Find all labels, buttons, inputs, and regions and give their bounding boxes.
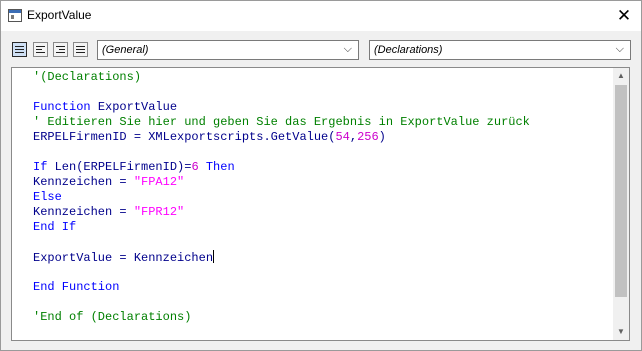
code-line[interactable] — [33, 295, 613, 310]
code-line[interactable]: End If — [33, 220, 613, 235]
code-line[interactable]: ' Editieren Sie hier und geben Sie das E… — [33, 115, 613, 130]
code-token-ident: ) — [378, 130, 386, 144]
code-token-ident: ERPELFirmenID = XMLexportscripts.GetValu… — [33, 130, 336, 144]
code-token-keyword: End Function — [33, 280, 120, 294]
scroll-up-icon[interactable]: ▲ — [613, 68, 629, 84]
close-button[interactable]: ✕ — [607, 1, 641, 31]
code-token-ident: , — [349, 130, 358, 144]
code-token-keyword: Then — [205, 160, 235, 174]
title-bar[interactable]: ExportValue ✕ — [1, 1, 641, 31]
code-token-keyword: Else — [33, 190, 62, 204]
vertical-scrollbar[interactable]: ▲ ▼ — [613, 68, 629, 340]
code-editor[interactable]: '(Declarations) Function ExportValue ' Edi… — [11, 67, 630, 341]
code-token-string: "FPA12" — [133, 175, 185, 189]
code-token-ident: ExportValue = Kennzeichen — [33, 251, 214, 265]
align-left-icon-button[interactable] — [33, 42, 48, 57]
code-token-string: "FPR12" — [133, 205, 185, 219]
code-token-comment: ' Editieren Sie hier und geben Sie das E… — [33, 115, 530, 129]
toolbar: (General) ⌵ (Declarations) ⌵ — [1, 31, 641, 63]
chevron-down-icon[interactable]: ⌵ — [616, 43, 624, 56]
code-line[interactable]: Kennzeichen = "FPA12" — [33, 175, 613, 190]
scroll-thumb[interactable] — [615, 85, 627, 297]
code-token-number: 6 — [191, 160, 199, 174]
code-token-comment: 'End of (Declarations) — [33, 310, 192, 324]
align-right-icon-button[interactable] — [53, 42, 68, 57]
code-line[interactable]: Else — [33, 190, 613, 205]
code-line[interactable] — [33, 145, 613, 160]
code-line[interactable] — [33, 235, 613, 250]
code-token-keyword: Function — [33, 100, 91, 114]
text-caret — [213, 250, 215, 263]
align-justify-icon-button[interactable] — [73, 42, 88, 57]
procedure-combobox[interactable]: (Declarations) ⌵ — [369, 40, 631, 60]
object-combobox-value: (General) — [102, 44, 149, 56]
scroll-down-icon[interactable]: ▼ — [613, 324, 629, 340]
code-line[interactable]: ERPELFirmenID = XMLexportscripts.GetValu… — [33, 130, 613, 145]
code-token-keyword: End If — [33, 220, 77, 234]
chevron-down-icon[interactable]: ⌵ — [344, 43, 352, 56]
code-token-number: 256 — [357, 130, 379, 144]
code-line[interactable]: ExportValue = Kennzeichen — [33, 250, 613, 265]
code-line[interactable]: 'End of (Declarations) — [33, 310, 613, 325]
code-line[interactable]: '(Declarations) — [33, 70, 613, 85]
window-title: ExportValue — [27, 8, 92, 22]
code-line[interactable]: Function ExportValue — [33, 100, 613, 115]
code-line[interactable]: End Function — [33, 280, 613, 295]
window-icon — [8, 9, 22, 22]
code-line[interactable] — [33, 265, 613, 280]
code-token-ident: ExportValue — [97, 100, 178, 114]
code-line[interactable]: If Len(ERPELFirmenID)=6 Then — [33, 160, 613, 175]
full-module-view-button[interactable] — [12, 42, 27, 57]
code-token-ident: Len(ERPELFirmenID)= — [54, 160, 192, 174]
code-line[interactable] — [33, 85, 613, 100]
code-token-keyword: If — [33, 160, 48, 174]
code-token-number: 54 — [335, 130, 350, 144]
object-combobox[interactable]: (General) ⌵ — [97, 40, 359, 60]
code-line[interactable]: Kennzeichen = "FPR12" — [33, 205, 613, 220]
code-token-comment: '(Declarations) — [33, 70, 142, 84]
code-token-ident: Kennzeichen = — [33, 175, 134, 189]
export-value-window: ExportValue ✕ (General) ⌵ (Declarations)… — [0, 0, 642, 351]
code-area[interactable]: '(Declarations) Function ExportValue ' Edi… — [12, 68, 613, 340]
code-token-ident: Kennzeichen = — [33, 205, 134, 219]
procedure-combobox-value: (Declarations) — [374, 44, 443, 56]
